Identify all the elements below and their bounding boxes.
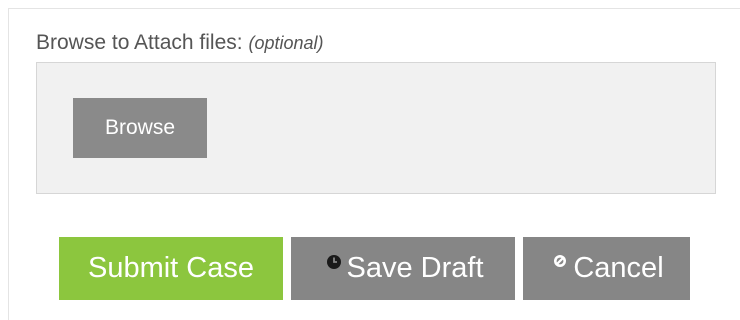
save-draft-label: Save Draft — [346, 252, 484, 284]
attach-files-label-text: Browse to Attach files: — [36, 31, 243, 54]
clock-icon — [323, 252, 345, 286]
cancel-button[interactable]: Cancel — [523, 237, 690, 300]
optional-hint: (optional) — [248, 33, 324, 53]
cancel-label: Cancel — [573, 252, 664, 284]
browse-button-label: Browse — [104, 116, 176, 139]
submit-case-button[interactable]: Submit Case — [59, 237, 283, 300]
attach-files-label: Browse to Attach files: (optional) — [36, 28, 324, 58]
ban-icon — [549, 252, 571, 286]
save-draft-button[interactable]: Save Draft — [291, 237, 515, 300]
browse-button[interactable]: Browse — [73, 98, 207, 158]
submit-case-label: Submit Case — [87, 252, 254, 284]
